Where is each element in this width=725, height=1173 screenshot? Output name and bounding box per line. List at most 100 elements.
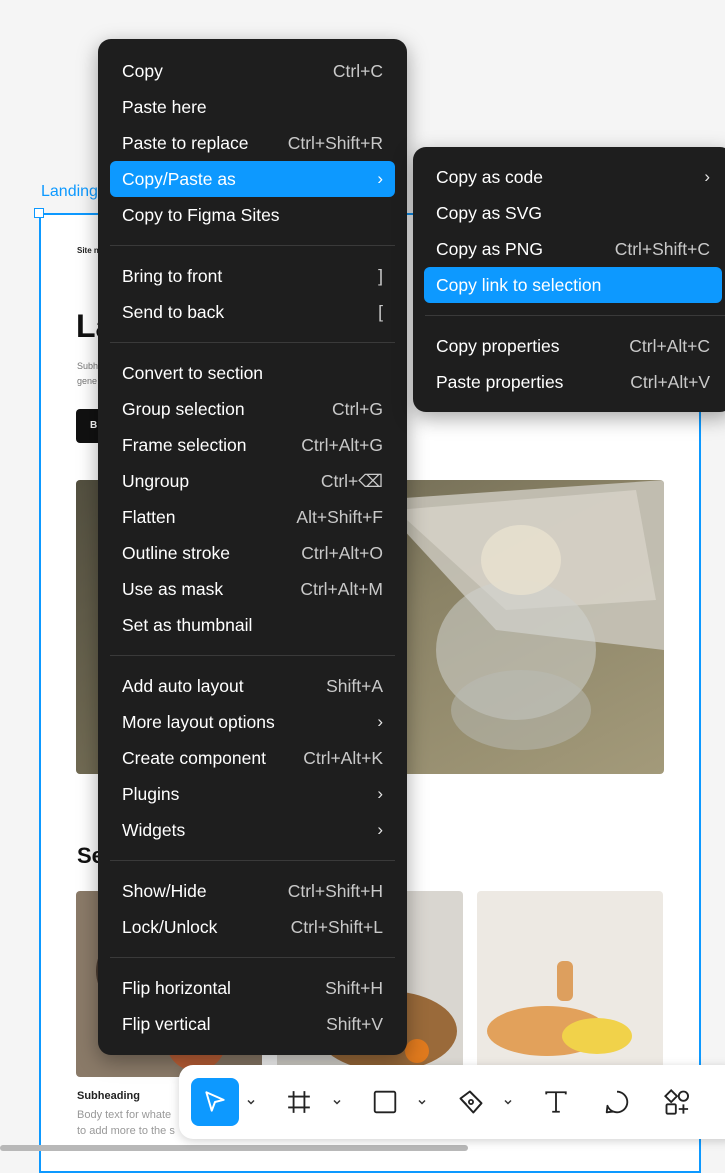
menu-item-label: Convert to section: [122, 362, 264, 383]
chevron-right-icon: ›: [377, 784, 383, 803]
menu-item-label: Frame selection: [122, 434, 247, 455]
menu-item-label: Plugins: [122, 783, 180, 804]
menu-item-copy-to-figma-sites[interactable]: Copy to Figma Sites: [110, 197, 395, 233]
menu-item-lock-unlock[interactable]: Lock/Unlock Ctrl+Shift+L: [110, 909, 395, 945]
menu-item-label: Create component: [122, 747, 266, 768]
menu-item-paste-to-replace[interactable]: Paste to replace Ctrl+Shift+R: [110, 125, 395, 161]
comment-icon: [605, 1090, 629, 1114]
menu-item-paste-here[interactable]: Paste here: [110, 89, 395, 125]
menu-item-send-to-back[interactable]: Send to back [: [110, 294, 395, 330]
menu-item-use-as-mask[interactable]: Use as mask Ctrl+Alt+M: [110, 571, 395, 607]
context-menu: Copy Ctrl+C Paste here Paste to replace Ctrl…: [98, 39, 407, 1055]
menu-item-convert-to-section[interactable]: Convert to section: [110, 355, 395, 391]
chevron-right-icon: ›: [377, 169, 383, 188]
menu-item-flip-vertical[interactable]: Flip vertical Shift+V: [110, 1006, 395, 1042]
menu-item-label: Copy: [122, 60, 163, 81]
menu-item-frame-selection[interactable]: Frame selection Ctrl+Alt+G: [110, 427, 395, 463]
chevron-right-icon: ›: [377, 820, 383, 839]
menu-item-label: Copy to Figma Sites: [122, 204, 280, 225]
menu-item-shortcut: Ctrl+Alt+V: [630, 371, 710, 392]
menu-item-label: Paste here: [122, 96, 207, 117]
menu-item-label: Use as mask: [122, 578, 224, 599]
menu-item-ungroup[interactable]: Ungroup Ctrl+⌫: [110, 463, 395, 499]
menu-separator: [425, 315, 725, 316]
menu-item-shortcut: ]: [378, 265, 383, 286]
menu-item-copy-as-code[interactable]: Copy as code ›: [424, 159, 722, 195]
bottom-toolbar: [179, 1065, 725, 1139]
pen-tool-button[interactable]: [447, 1078, 495, 1126]
pen-icon: [459, 1090, 483, 1114]
menu-item-shortcut: Ctrl+Shift+H: [287, 880, 383, 901]
menu-separator: [110, 860, 395, 861]
menu-item-more-layout-options[interactable]: More layout options ›: [110, 704, 395, 740]
menu-item-paste-properties[interactable]: Paste properties Ctrl+Alt+V: [424, 364, 722, 400]
chevron-down-icon: [247, 1099, 255, 1105]
menu-item-copy-as-png[interactable]: Copy as PNG Ctrl+Shift+C: [424, 231, 722, 267]
menu-item-bring-to-front[interactable]: Bring to front]: [110, 258, 395, 294]
menu-item-label: Copy as PNG: [436, 238, 543, 259]
menu-item-label: Paste to replace: [122, 132, 249, 153]
menu-item-label: Show/Hide: [122, 880, 207, 901]
menu-item-copy-link-to-selection[interactable]: Copy link to selection: [424, 267, 722, 303]
site-name: Site n: [77, 246, 99, 255]
chevron-down-icon: [418, 1099, 426, 1105]
menu-item-shortcut: Ctrl+Shift+C: [614, 238, 710, 259]
menu-item-create-component[interactable]: Create component Ctrl+Alt+K: [110, 740, 395, 776]
text-tool-button[interactable]: [532, 1078, 580, 1126]
card-heading: Subheading: [77, 1090, 140, 1102]
menu-item-label: Outline stroke: [122, 542, 230, 563]
menu-item-set-as-thumbnail[interactable]: Set as thumbnail: [110, 607, 395, 643]
menu-item-plugins[interactable]: Plugins ›: [110, 776, 395, 812]
menu-item-add-auto-layout[interactable]: Add auto layout Shift+A: [110, 668, 395, 704]
horizontal-scrollbar[interactable]: [0, 1145, 468, 1151]
menu-item-widgets[interactable]: Widgets ›: [110, 812, 395, 848]
shapes-icon: [664, 1089, 690, 1115]
chevron-right-icon: ›: [704, 167, 710, 186]
menu-item-label: Lock/Unlock: [122, 916, 218, 937]
frame-tool-caret[interactable]: [329, 1078, 345, 1126]
menu-item-group-selection[interactable]: Group selection Ctrl+G: [110, 391, 395, 427]
menu-item-label: More layout options: [122, 711, 275, 732]
actions-tool-button[interactable]: [653, 1078, 701, 1126]
frame-label[interactable]: Landing: [41, 183, 98, 201]
menu-item-label: Flatten: [122, 506, 176, 527]
menu-item-flip-horizontal[interactable]: Flip horizontal Shift+H: [110, 970, 395, 1006]
chevron-down-icon: [333, 1099, 341, 1105]
menu-item-copy[interactable]: Copy Ctrl+C: [110, 53, 395, 89]
menu-item-shortcut: Ctrl+Shift+L: [290, 916, 383, 937]
menu-item-copy-paste-as[interactable]: Copy/Paste as ›: [110, 161, 395, 197]
cursor-icon: [205, 1091, 225, 1112]
rectangle-tool-caret[interactable]: [414, 1078, 430, 1126]
menu-item-label: Paste properties: [436, 371, 564, 392]
menu-item-label: Ungroup: [122, 470, 190, 491]
menu-item-label: Add auto layout: [122, 675, 244, 696]
frame-tool-button[interactable]: [275, 1078, 323, 1126]
menu-item-label: Copy as code: [436, 166, 544, 187]
comment-tool-button[interactable]: [593, 1078, 641, 1126]
menu-item-shortcut: Ctrl+Shift+R: [287, 132, 383, 153]
chevron-right-icon: ›: [377, 712, 383, 731]
menu-item-shortcut: Ctrl+G: [331, 398, 383, 419]
menu-item-show-hide[interactable]: Show/Hide Ctrl+Shift+H: [110, 873, 395, 909]
selection-handle[interactable]: [34, 208, 44, 218]
menu-item-shortcut: Shift+A: [326, 675, 383, 696]
menu-separator: [110, 957, 395, 958]
menu-item-outline-stroke[interactable]: Outline stroke Ctrl+Alt+O: [110, 535, 395, 571]
menu-item-copy-as-svg[interactable]: Copy as SVG: [424, 195, 722, 231]
menu-item-label: Copy as SVG: [436, 202, 543, 223]
menu-item-shortcut: Shift+H: [325, 977, 383, 998]
menu-item-flatten[interactable]: Flatten Alt+Shift+F: [110, 499, 395, 535]
menu-item-label: Bring to front: [122, 265, 223, 286]
menu-separator: [110, 655, 395, 656]
menu-item-shortcut: [: [378, 301, 383, 322]
menu-separator: [110, 342, 395, 343]
menu-item-label: Send to back: [122, 301, 225, 322]
pen-tool-caret[interactable]: [500, 1078, 516, 1126]
move-tool-caret[interactable]: [243, 1078, 259, 1126]
text-icon: [545, 1091, 567, 1113]
menu-item-copy-properties[interactable]: Copy properties Ctrl+Alt+C: [424, 328, 722, 364]
rectangle-tool-button[interactable]: [361, 1078, 409, 1126]
move-tool-button[interactable]: [191, 1078, 239, 1126]
rectangle-icon: [373, 1090, 397, 1114]
copy-paste-as-submenu: Copy as code › Copy as SVG Copy as PNG Ctrl+…: [413, 147, 725, 412]
